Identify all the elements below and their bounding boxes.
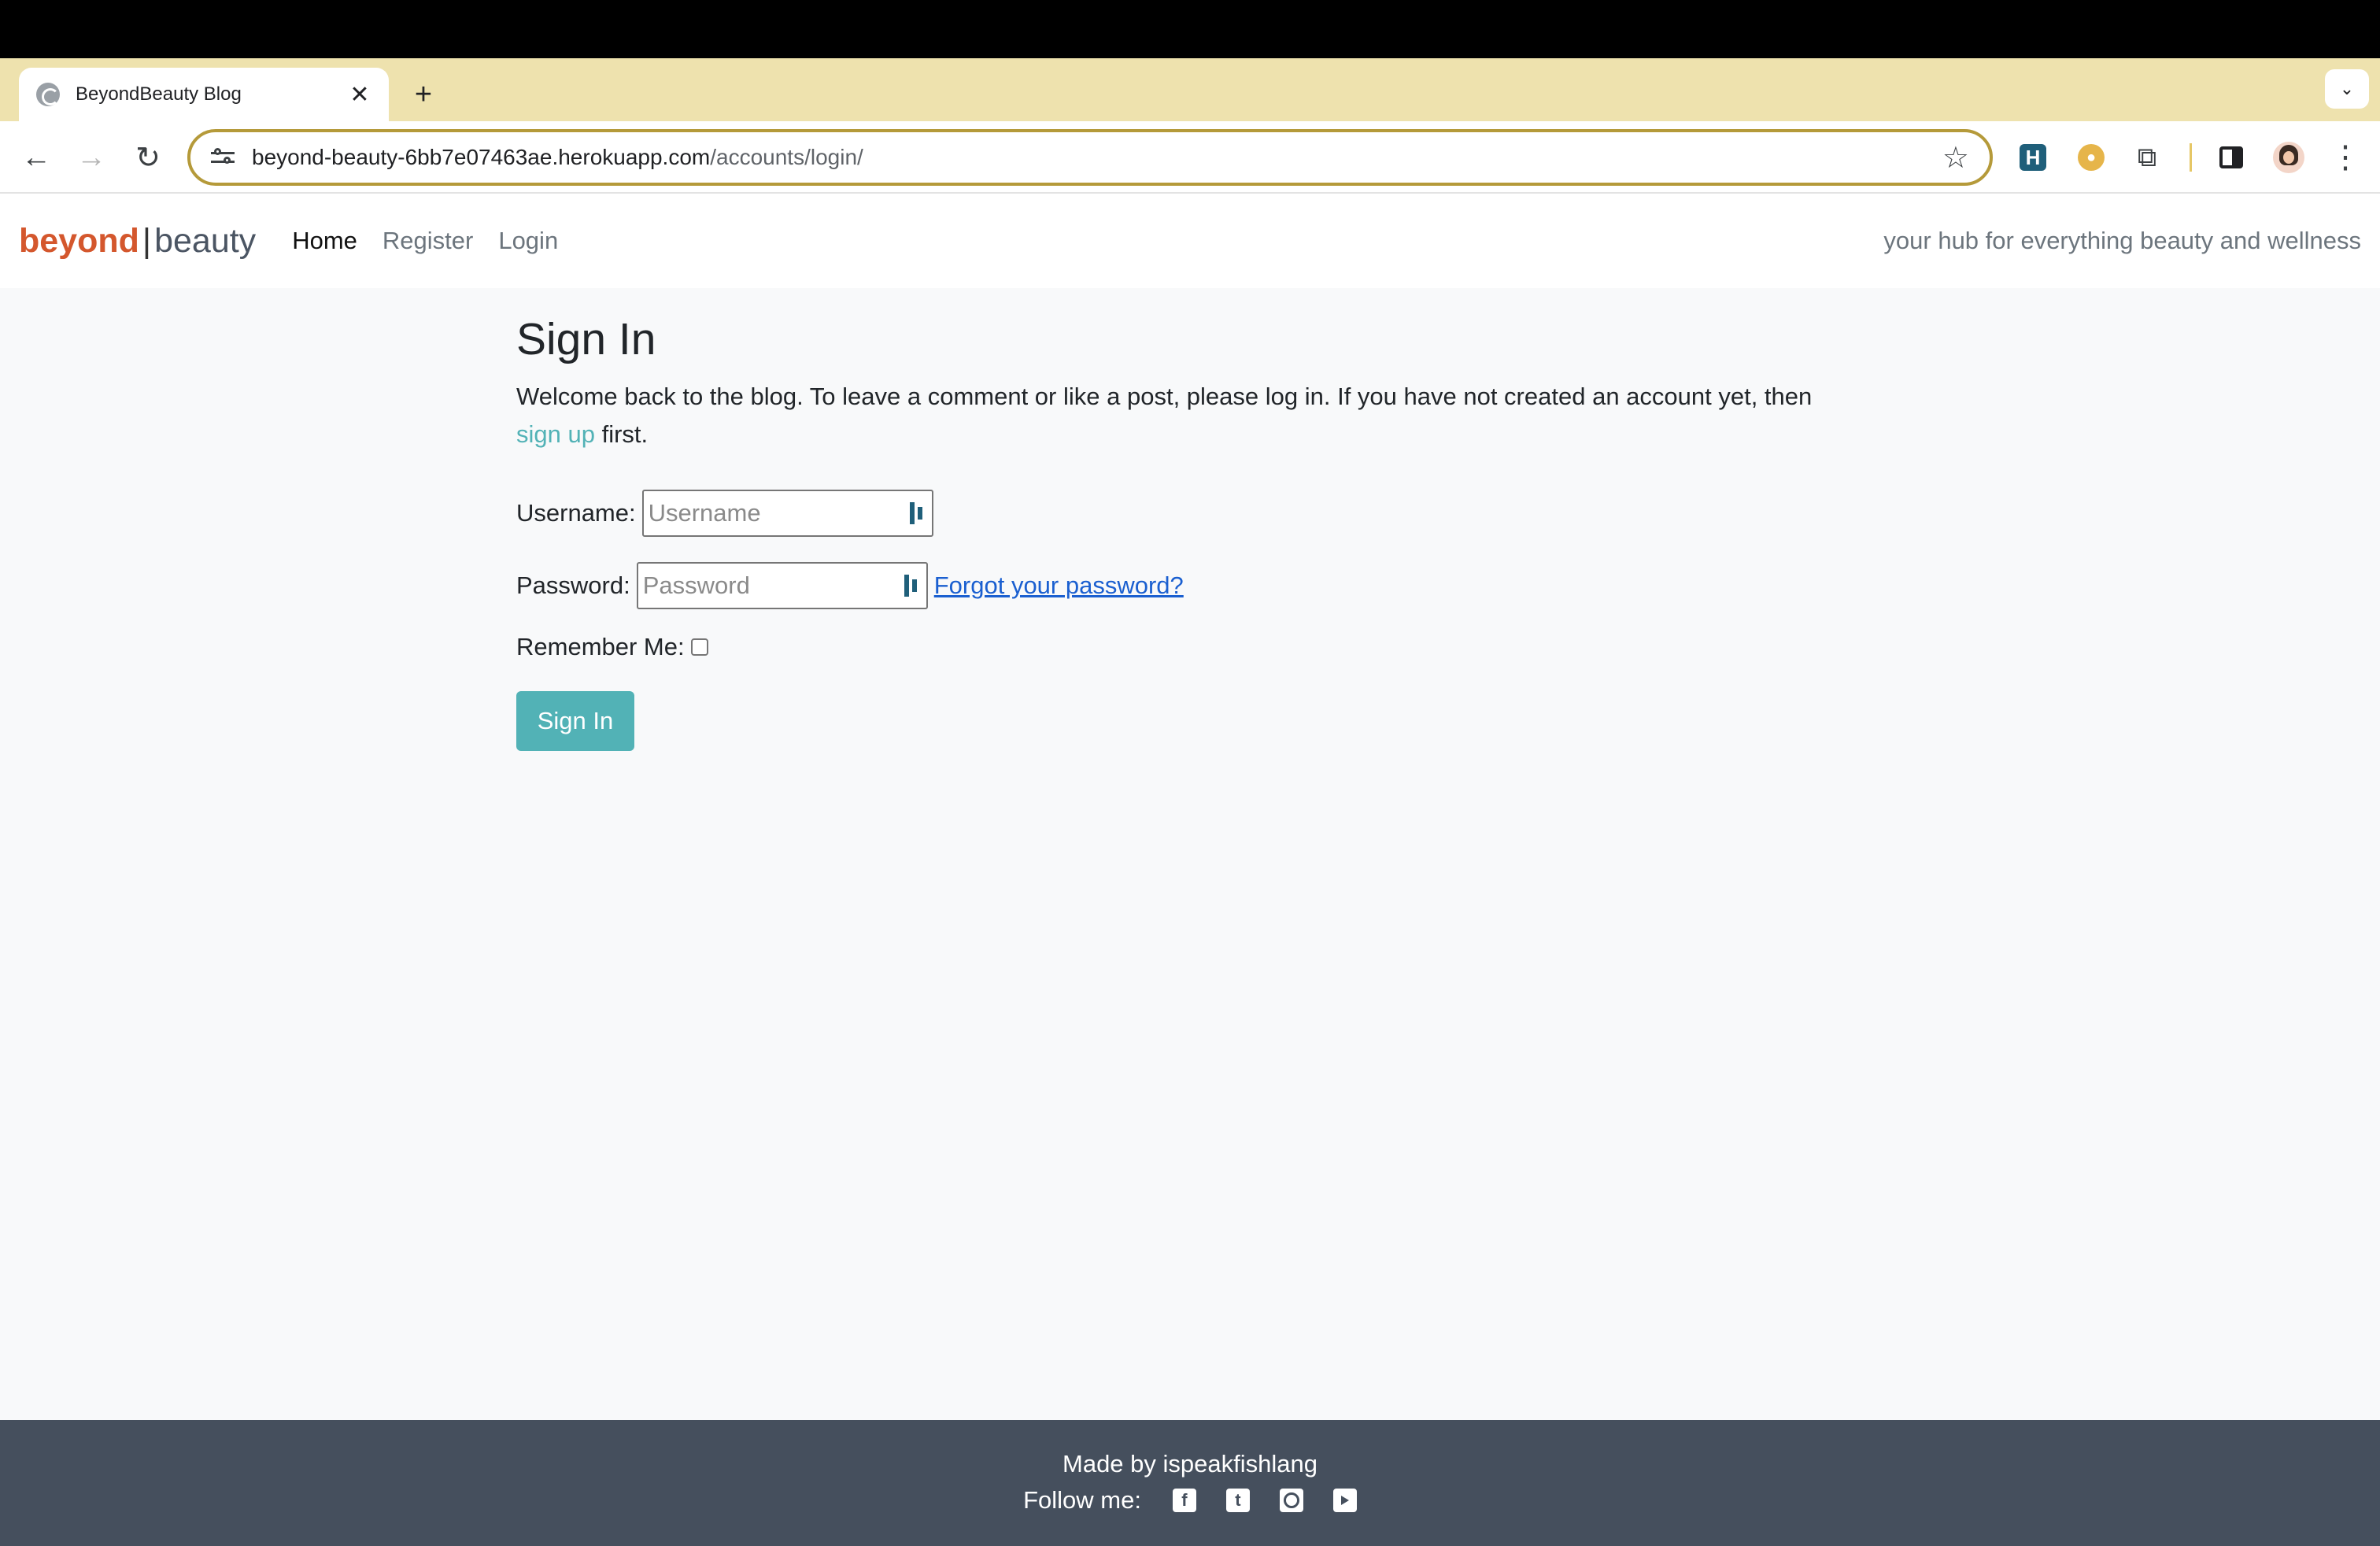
bookmark-star-icon[interactable]: ☆ [1942,140,1969,176]
remember-me-label: Remember Me: [516,633,685,660]
sign-up-link[interactable]: sign up [516,420,595,448]
remember-row: Remember Me: [516,633,1854,661]
password-manager-icon[interactable] [903,575,922,597]
chevron-down-icon: ⌄ [2339,79,2355,98]
instagram-icon[interactable] [1279,1489,1303,1512]
arrow-left-icon: ← [21,140,51,174]
forward-button[interactable]: → [71,137,112,178]
site-tagline: your hub for everything beauty and welln… [1883,227,2361,254]
url-text: beyond-beauty-6bb7e07463ae.herokuapp.com… [252,145,863,169]
browser-tab-active[interactable]: BeyondBeauty Blog ✕ [19,68,389,121]
login-section: Sign In Welcome back to the blog. To lea… [516,313,1854,751]
browser-toolbar: ← → ↻ beyond-beauty-6bb7e07463ae.herokua… [0,121,2380,194]
twitter-icon[interactable]: t [1225,1489,1250,1512]
username-input[interactable] [648,499,908,527]
password-field-wrapper [636,562,928,609]
username-field-wrapper [641,490,933,537]
site-logo[interactable]: beyond | beauty [19,222,256,261]
globe-icon [36,83,60,106]
site-navbar: beyond | beauty Home Register Login your h… [0,194,2380,288]
footer-credit: Made by ispeakfishlang [1062,1450,1318,1478]
nav-register-link[interactable]: Register [382,227,473,255]
username-label: Username: [516,499,636,527]
username-row: Username: [516,490,1854,537]
site-info-icon[interactable] [211,146,235,168]
follow-label: Follow me: [1023,1486,1141,1514]
login-intro: Welcome back to the blog. To leave a com… [516,383,1813,448]
side-panel-icon[interactable] [2219,146,2243,168]
forgot-password-link[interactable]: Forgot your password? [934,571,1184,600]
extensions-puzzle-icon[interactable]: ⧉ [2128,139,2166,176]
close-tab-icon[interactable]: ✕ [348,81,371,109]
toolbar-divider [2190,143,2192,172]
reload-icon: ↻ [135,141,161,175]
sign-in-button[interactable]: Sign In [516,691,634,751]
browser-tab-strip: BeyondBeauty Blog ✕ + ⌄ [0,58,2380,121]
page-title: Sign In [516,314,656,364]
arrow-right-icon: → [76,140,106,174]
site-footer: Made by ispeakfishlang Follow me: f t [0,1420,2380,1546]
profile-avatar[interactable] [2273,142,2304,173]
password-input[interactable] [642,571,903,600]
password-row: Password: Forgot your password? [516,562,1854,609]
address-bar[interactable]: beyond-beauty-6bb7e07463ae.herokuapp.com… [187,129,1993,186]
facebook-icon[interactable]: f [1172,1489,1196,1512]
reload-button[interactable]: ↻ [128,137,168,178]
youtube-icon[interactable] [1332,1489,1357,1512]
web-page: beyond | beauty Home Register Login your h… [0,194,2380,1546]
macos-menu-bar [0,0,2380,58]
new-tab-button[interactable]: + [401,72,445,117]
footer-follow: Follow me: f t [0,1486,2380,1515]
remember-me-checkbox[interactable] [690,638,708,656]
extension-coin-icon[interactable]: ● [2078,144,2105,171]
extension-h-icon[interactable]: H [2020,144,2046,171]
back-button[interactable]: ← [16,137,57,178]
password-manager-icon[interactable] [908,502,927,524]
tab-title: BeyondBeauty Blog [76,83,242,105]
more-menu-icon[interactable]: ⋮ [2326,139,2364,176]
nav-links: Home Register Login [292,227,583,255]
nav-login-link[interactable]: Login [498,227,558,255]
password-label: Password: [516,571,630,599]
tab-search-button[interactable]: ⌄ [2325,69,2369,109]
nav-home-link[interactable]: Home [292,227,357,255]
